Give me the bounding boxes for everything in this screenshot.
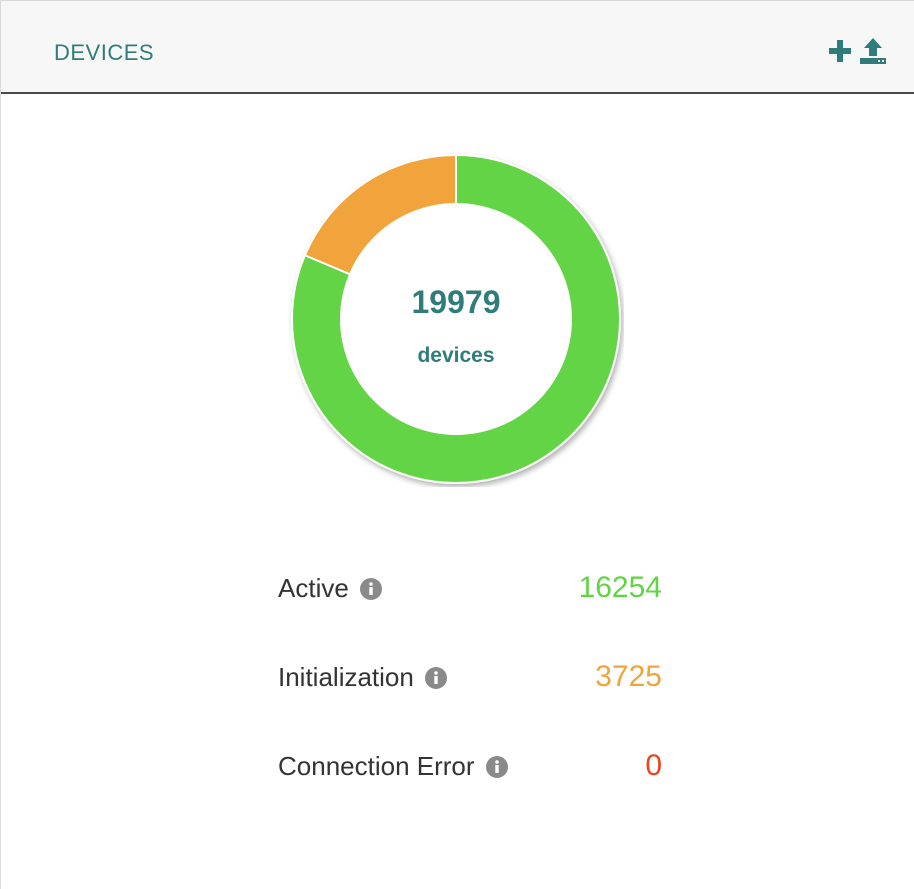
header-actions: [827, 37, 887, 65]
upload-icon[interactable]: [859, 37, 887, 65]
status-value-active: 16254: [578, 571, 662, 604]
plus-icon[interactable]: [827, 38, 853, 64]
total-device-count: 19979: [411, 284, 501, 320]
status-row-connection-error: Connection Error 0: [278, 747, 662, 787]
status-label-connection-error: Connection Error: [278, 751, 475, 781]
status-label-initialization: Initialization: [278, 662, 414, 692]
panel-title: DEVICES: [54, 40, 155, 65]
devices-panel: DEVICES 19979 devices Active 16254 Initi…: [0, 0, 914, 889]
total-device-label: devices: [417, 344, 495, 367]
info-icon[interactable]: [359, 577, 383, 601]
status-label-active: Active: [278, 573, 349, 603]
info-icon[interactable]: [485, 755, 509, 779]
panel-header: DEVICES: [1, 1, 914, 94]
status-row-active: Active 16254: [278, 569, 662, 609]
status-value-connection-error: 0: [645, 749, 662, 782]
status-value-initialization: 3725: [595, 660, 662, 693]
devices-donut-chart: 19979 devices: [288, 151, 624, 487]
info-icon[interactable]: [424, 666, 448, 690]
status-row-initialization: Initialization 3725: [278, 658, 662, 698]
